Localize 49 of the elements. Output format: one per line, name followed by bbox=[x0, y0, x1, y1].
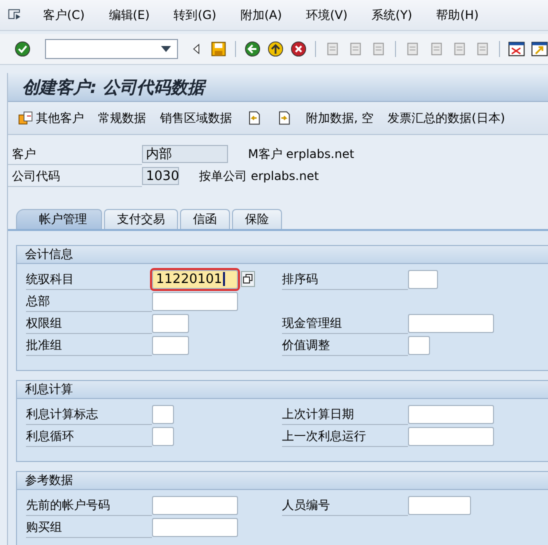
input-field[interactable] bbox=[152, 336, 189, 354]
toolbar-button[interactable]: 附加数据, 空 bbox=[306, 110, 374, 126]
input-field[interactable] bbox=[152, 404, 174, 424]
input-field[interactable] bbox=[152, 518, 238, 536]
toolbar-button[interactable]: 发票汇总的数据(日本) bbox=[388, 110, 506, 126]
group-title: 会计信息 bbox=[17, 246, 548, 264]
tab[interactable]: 保险 bbox=[232, 209, 282, 229]
exit-icon[interactable] bbox=[266, 40, 284, 58]
menu-item[interactable]: 环境(V) bbox=[294, 6, 361, 24]
shortcut-icon[interactable] bbox=[530, 40, 548, 58]
toolbar-button[interactable]: 常规数据 bbox=[98, 110, 146, 126]
input-field[interactable] bbox=[408, 314, 494, 332]
cancel-icon[interactable] bbox=[290, 40, 308, 58]
group-title: 参考数据 bbox=[17, 472, 548, 490]
copy-icon[interactable] bbox=[241, 271, 255, 287]
input-field[interactable] bbox=[152, 292, 238, 310]
tab[interactable]: 支付交易 bbox=[104, 209, 178, 229]
menu-item[interactable]: 系统(Y) bbox=[360, 6, 426, 24]
tab[interactable]: 信函 bbox=[180, 209, 230, 229]
input-field[interactable] bbox=[408, 426, 494, 446]
input-field[interactable] bbox=[408, 270, 438, 288]
input-field[interactable] bbox=[152, 314, 189, 332]
input-field[interactable] bbox=[408, 404, 494, 424]
input-field[interactable] bbox=[152, 496, 238, 514]
documents-icon[interactable] bbox=[18, 110, 34, 126]
save-icon[interactable] bbox=[210, 40, 227, 58]
dropdown-icon[interactable] bbox=[161, 46, 172, 52]
menu-item[interactable]: 编辑(E) bbox=[98, 6, 163, 24]
back-icon[interactable] bbox=[244, 40, 261, 58]
menu-item[interactable]: 附加(A) bbox=[229, 6, 295, 24]
toolbar-button[interactable]: 其他客户 bbox=[18, 110, 84, 126]
menu-item[interactable]: 客户(C) bbox=[32, 6, 98, 24]
screen-title: 创建客户: 公司代码数据 bbox=[21, 76, 205, 98]
toolbar-button[interactable]: 销售区域数据 bbox=[160, 110, 232, 126]
input-field[interactable] bbox=[408, 336, 430, 354]
group-title: 利息计算 bbox=[17, 381, 548, 399]
command-field[interactable] bbox=[45, 39, 178, 59]
input-field[interactable] bbox=[152, 426, 174, 446]
field-description: M客户 erplabs.net bbox=[248, 146, 354, 162]
field-description: 按单公司 erplabs.net bbox=[199, 168, 319, 184]
tab[interactable]: 帐户管理 bbox=[16, 209, 102, 229]
readonly-field: 内部 bbox=[142, 145, 228, 163]
input-field[interactable] bbox=[408, 496, 471, 514]
menu-item[interactable]: 帮助(H) bbox=[425, 6, 492, 24]
menu-item[interactable]: 转到(G) bbox=[162, 6, 230, 24]
readonly-field: 1030 bbox=[142, 167, 179, 185]
input-field[interactable]: 11220101 bbox=[152, 270, 238, 288]
enter-icon[interactable] bbox=[14, 40, 32, 58]
new-window-icon[interactable] bbox=[508, 40, 525, 58]
